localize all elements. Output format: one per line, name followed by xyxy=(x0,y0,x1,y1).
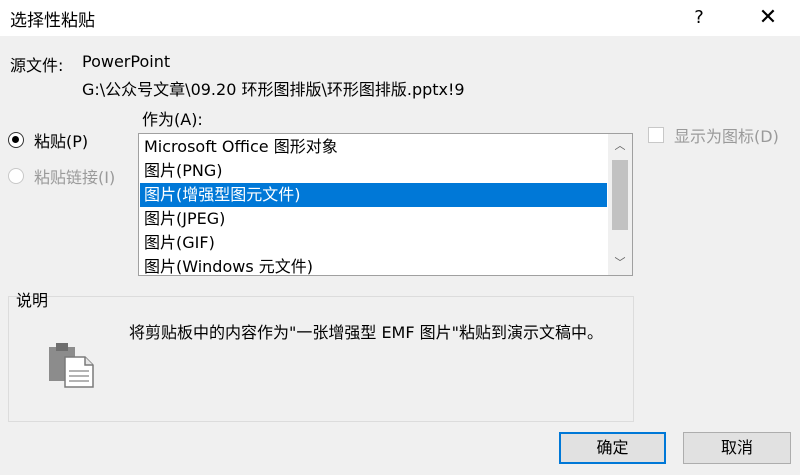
scroll-thumb[interactable] xyxy=(612,160,628,230)
list-item[interactable]: 图片(Windows 元文件) xyxy=(140,255,607,279)
paste-label: 粘贴(P) xyxy=(34,132,89,151)
show-as-icon-option[interactable]: 显示为图标(D) xyxy=(648,123,779,147)
paste-radio-option[interactable]: 粘贴(P) xyxy=(8,128,88,152)
help-button[interactable]: ? xyxy=(684,0,714,36)
source-label: 源文件: xyxy=(10,56,64,75)
paste-as-list: Microsoft Office 图形对象 图片(PNG) 图片(增强型图元文件) 图… xyxy=(140,135,607,279)
paste-link-radio[interactable] xyxy=(8,168,24,184)
paste-as-listbox[interactable]: Microsoft Office 图形对象 图片(PNG) 图片(增强型图元文件) 图… xyxy=(138,133,633,276)
scroll-down-icon[interactable]: ﹀ xyxy=(608,251,632,275)
description-label: 说明 xyxy=(16,291,49,310)
as-label: 作为(A): xyxy=(142,110,203,129)
show-as-icon-label: 显示为图标(D) xyxy=(674,127,779,146)
source-path: G:\公众号文章\09.20 环形图排版\环形图排版.pptx!9 xyxy=(82,80,465,99)
description-text: 将剪贴板中的内容作为"一张增强型 EMF 图片"粘贴到演示文稿中。 xyxy=(129,323,604,342)
list-item[interactable]: 图片(增强型图元文件) xyxy=(140,183,607,207)
list-item[interactable]: Microsoft Office 图形对象 xyxy=(140,135,607,159)
close-button[interactable]: ✕ xyxy=(752,0,784,36)
dialog-title: 选择性粘贴 xyxy=(10,11,95,31)
paste-link-label: 粘贴链接(I) xyxy=(34,168,116,187)
paste-link-radio-option[interactable]: 粘贴链接(I) xyxy=(8,164,115,188)
clipboard-picture-icon xyxy=(49,343,94,388)
show-as-icon-checkbox[interactable] xyxy=(648,127,664,143)
scroll-up-icon[interactable]: ︿ xyxy=(608,134,632,158)
description-box: 将剪贴板中的内容作为"一张增强型 EMF 图片"粘贴到演示文稿中。 xyxy=(8,296,634,422)
title-bar: 选择性粘贴 ? ✕ xyxy=(0,0,800,36)
listbox-scrollbar[interactable]: ︿ ﹀ xyxy=(608,134,632,275)
list-item[interactable]: 图片(GIF) xyxy=(140,231,607,255)
paste-radio[interactable] xyxy=(8,132,24,148)
ok-button[interactable]: 确定 xyxy=(559,432,666,464)
cancel-button[interactable]: 取消 xyxy=(683,432,791,464)
source-app: PowerPoint xyxy=(82,52,171,71)
list-item[interactable]: 图片(JPEG) xyxy=(140,207,607,231)
list-item[interactable]: 图片(PNG) xyxy=(140,159,607,183)
